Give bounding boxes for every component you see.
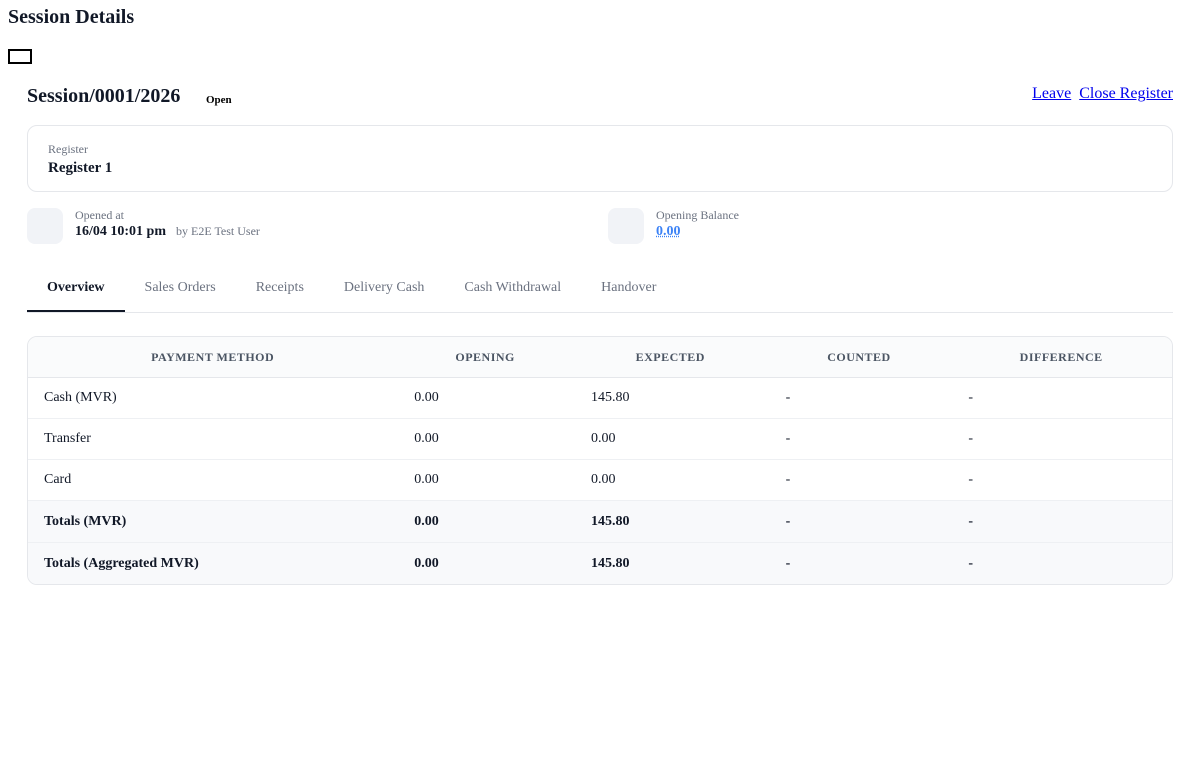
cell-method: Transfer: [28, 418, 398, 460]
cell-difference: -: [950, 418, 1172, 460]
session-actions: Leave Close Register: [1032, 85, 1173, 103]
opened-by: by E2E Test User: [176, 224, 260, 238]
opening-balance-stat: Opening Balance 0.00: [608, 208, 739, 244]
col-counted: COUNTED: [767, 337, 951, 378]
tab-receipts[interactable]: Receipts: [236, 270, 324, 312]
back-button[interactable]: [8, 49, 32, 64]
table-row: Transfer 0.00 0.00 - -: [28, 418, 1172, 460]
cell-expected: 0.00: [572, 459, 768, 501]
session-title: Session/0001/2026: [27, 85, 181, 107]
tab-delivery-cash[interactable]: Delivery Cash: [324, 270, 444, 312]
tab-cash-withdrawal[interactable]: Cash Withdrawal: [444, 270, 581, 312]
cell-difference: -: [950, 542, 1172, 584]
leave-link[interactable]: Leave: [1032, 85, 1071, 103]
cell-method: Totals (MVR): [28, 500, 398, 543]
clock-icon: [27, 208, 63, 244]
cell-opening: 0.00: [397, 377, 573, 419]
cell-counted: -: [767, 500, 951, 543]
status-badge: Open: [206, 94, 232, 106]
cell-counted: -: [767, 418, 951, 460]
col-opening: OPENING: [397, 337, 573, 378]
cell-expected: 0.00: [572, 418, 768, 460]
col-difference: DIFFERENCE: [950, 337, 1172, 378]
opened-at-label: Opened at: [75, 208, 124, 222]
table-header-row: PAYMENT METHOD OPENING EXPECTED COUNTED …: [28, 337, 1172, 378]
opened-at-value: 16/04 10:01 pm: [75, 224, 166, 239]
register-name: Register 1: [48, 160, 113, 176]
cell-method: Cash (MVR): [28, 377, 398, 419]
totals-row: Totals (MVR) 0.00 145.80 - -: [28, 500, 1172, 543]
cell-counted: -: [767, 377, 951, 419]
col-payment-method: PAYMENT METHOD: [28, 337, 398, 378]
opened-at-stat: Opened at 16/04 10:01 pm by E2E Test Use…: [27, 208, 260, 244]
wallet-icon: [608, 208, 644, 244]
aggregated-totals-row: Totals (Aggregated MVR) 0.00 145.80 - -: [28, 542, 1172, 584]
cell-method: Totals (Aggregated MVR): [28, 542, 398, 584]
cell-expected: 145.80: [572, 542, 768, 584]
close-register-link[interactable]: Close Register: [1079, 85, 1173, 103]
opening-balance-value[interactable]: 0.00: [656, 224, 681, 240]
cell-difference: -: [950, 459, 1172, 501]
cell-opening: 0.00: [397, 459, 573, 501]
cell-counted: -: [767, 542, 951, 584]
opening-balance-label: Opening Balance: [656, 208, 739, 222]
tab-sales-orders[interactable]: Sales Orders: [125, 270, 236, 312]
register-card: Register Register 1: [27, 125, 1173, 192]
cell-opening: 0.00: [397, 500, 573, 543]
cell-method: Card: [28, 459, 398, 501]
cell-opening: 0.00: [397, 542, 573, 584]
page-title: Session Details: [8, 6, 135, 28]
tab-overview[interactable]: Overview: [27, 270, 125, 312]
payment-methods-table: PAYMENT METHOD OPENING EXPECTED COUNTED …: [27, 336, 1173, 585]
col-expected: EXPECTED: [572, 337, 768, 378]
register-label: Register: [48, 142, 88, 156]
table-row: Card 0.00 0.00 - -: [28, 459, 1172, 501]
tab-handover[interactable]: Handover: [581, 270, 676, 312]
table-row: Cash (MVR) 0.00 145.80 - -: [28, 377, 1172, 419]
cell-difference: -: [950, 500, 1172, 543]
cell-expected: 145.80: [572, 500, 768, 543]
cell-difference: -: [950, 377, 1172, 419]
cell-expected: 145.80: [572, 377, 768, 419]
cell-opening: 0.00: [397, 418, 573, 460]
cell-counted: -: [767, 459, 951, 501]
session-tabs: Overview Sales Orders Receipts Delivery …: [27, 270, 1173, 313]
